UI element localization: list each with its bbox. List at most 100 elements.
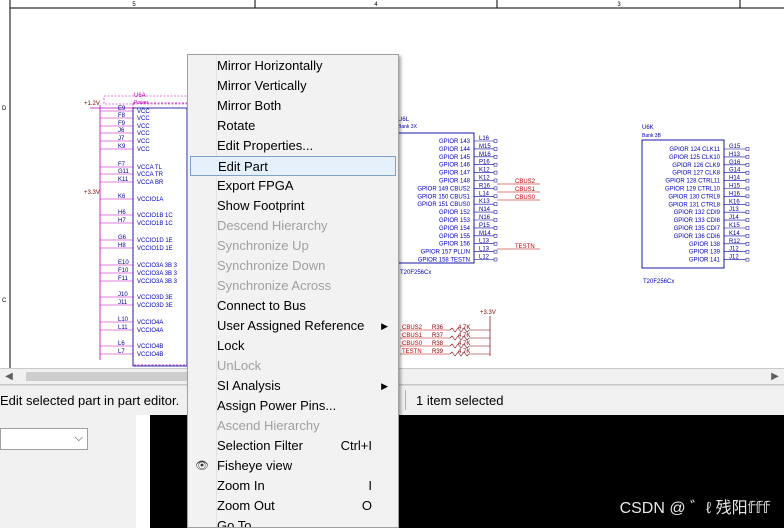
chevron-down-icon[interactable]: ⌵	[75, 432, 83, 445]
pin-number: K12	[479, 168, 490, 174]
menu-item-synchronize-across[interactable]: Synchronize Across	[190, 276, 396, 296]
pin-number: K6	[118, 194, 126, 200]
pin-name: VCCIO1B 1C	[137, 221, 173, 227]
menu-item-go-to[interactable]: Go To	[190, 516, 396, 528]
menu-item-mirror-horizontally[interactable]: Mirror Horizontally	[190, 56, 396, 76]
pin-endpoint	[493, 155, 498, 159]
pin-number: K11	[118, 177, 129, 183]
pin-name: GPIOR 155	[439, 234, 471, 240]
net-label: CBUS1	[515, 187, 536, 193]
pin-number: F7	[118, 162, 126, 168]
part-u6l-footer: T20F256Cx	[400, 270, 431, 276]
menu-item-edit-properties[interactable]: Edit Properties...	[190, 136, 396, 156]
pin-endpoint	[493, 162, 498, 167]
bottom-left-pane: ⌵	[0, 415, 150, 528]
pin-endpoint	[745, 257, 750, 262]
pin-name: VCC	[137, 139, 150, 145]
pin-endpoint	[745, 163, 750, 167]
pin-number: M15	[479, 144, 491, 150]
scroll-right-icon[interactable]: ▶	[768, 370, 782, 383]
menu-item-selection-filter[interactable]: Selection Filter Ctrl+I	[190, 436, 396, 456]
net-plus-1v2-label: +1.2V	[84, 101, 100, 107]
pin-number: L10	[118, 317, 129, 323]
pin-name: VCCIO3A 3B 3	[137, 263, 178, 269]
context-menu[interactable]: Mirror Horizontally Mirror Vertically Mirr…	[187, 54, 399, 528]
pin-number: H14	[729, 176, 741, 182]
pin-name: GPIOR 156	[439, 242, 471, 248]
menu-item-export-fpga[interactable]: Export FPGA	[190, 176, 396, 196]
menu-item-show-footprint[interactable]: Show Footprint	[190, 196, 396, 216]
pin-number: N14	[479, 207, 491, 213]
pin-name: VCCIO4A	[137, 320, 163, 326]
dropdown-combo[interactable]: ⌵	[0, 428, 88, 450]
pin-name: VCCIO4A	[137, 328, 163, 334]
scroll-left-icon[interactable]: ◀	[2, 370, 16, 383]
pin-endpoint	[745, 178, 750, 183]
menu-item-label: Go To	[217, 518, 252, 528]
pin-number: L14	[479, 191, 490, 197]
menu-item-label: Edit Part	[218, 159, 268, 174]
bottom-divider-pane	[136, 415, 150, 528]
zone-row-label: C	[2, 298, 7, 304]
pin-name: GPIOR 158 TESTN	[418, 258, 470, 264]
menu-item-zoom-in[interactable]: Zoom In I	[190, 476, 396, 496]
pin-name: VCC	[137, 116, 150, 122]
pin-endpoint	[745, 210, 750, 214]
pin-name: GPIOR 129 CTRL10	[665, 187, 721, 193]
menu-item-mirror-both[interactable]: Mirror Both	[190, 96, 396, 116]
resistor-ref: R38	[432, 341, 444, 347]
pin-number: G15	[729, 144, 741, 150]
pin-name: GPIOR 153	[439, 218, 471, 224]
pin-name: GPIOR 147	[439, 171, 471, 177]
pin-endpoint	[745, 242, 750, 246]
net-label: CBUS0	[515, 195, 536, 201]
menu-item-shortcut: I	[368, 478, 372, 493]
pin-name: GPIOR 144	[439, 147, 471, 153]
menu-item-descend-hierarchy[interactable]: Descend Hierarchy	[190, 216, 396, 236]
menu-item-synchronize-down[interactable]: Synchronize Down	[190, 256, 396, 276]
resistor-ref: R39	[432, 349, 444, 355]
pin-number: K15	[729, 223, 740, 229]
pin-endpoint	[745, 249, 750, 254]
pin-number: J12	[729, 255, 739, 261]
menu-item-rotate[interactable]: Rotate	[190, 116, 396, 136]
watermark-text: CSDN @ ゛ℓ 残阳𝕗𝕗𝕗	[619, 500, 770, 517]
menu-item-edit-part[interactable]: Edit Part	[190, 156, 396, 176]
menu-item-unlock[interactable]: UnLock	[190, 356, 396, 376]
pin-name: VCCIO3D 3E	[137, 295, 173, 301]
pin-endpoint	[493, 226, 498, 230]
net-plus-3v3-label: +3.3V	[84, 190, 100, 196]
pin-name: GPIOR 127 CLK8	[672, 171, 720, 177]
pin-endpoint	[493, 241, 498, 246]
pin-name: GPIOR 130 CTRL9	[668, 194, 720, 200]
pin-name: GPIOR 149 CBUS2	[417, 186, 470, 192]
menu-item-label: Show Footprint	[217, 198, 305, 213]
pin-name: VCC	[137, 147, 150, 153]
part-u6a-ref: U6A	[134, 93, 146, 99]
pin-name: VCC	[137, 109, 150, 115]
pin-name: GPIOR 154	[439, 226, 471, 232]
menu-item-synchronize-up[interactable]: Synchronize Up	[190, 236, 396, 256]
part-u6k-footer: T20F256Cx	[643, 279, 674, 285]
menu-item-assign-power-pins[interactable]: Assign Power Pins...	[190, 396, 396, 416]
pin-number: J10	[118, 292, 128, 298]
menu-item-user-assigned-reference[interactable]: User Assigned Reference ▶	[190, 316, 396, 336]
menu-item-ascend-hierarchy[interactable]: Ascend Hierarchy	[190, 416, 396, 436]
pin-endpoint	[493, 194, 498, 199]
menu-item-lock[interactable]: Lock	[190, 336, 396, 356]
resistor-value: 4.7K	[458, 341, 470, 347]
menu-item-label: Rotate	[217, 118, 256, 133]
pin-name: GPIOR 152	[439, 210, 471, 216]
pin-endpoint	[493, 186, 498, 191]
pin-name: GPIOR 131 CTRL8	[668, 202, 720, 208]
menu-item-si-analysis[interactable]: SI Analysis ▶	[190, 376, 396, 396]
zone-row-label: D	[2, 106, 7, 112]
pin-name: GPIOR 132 CDI9	[674, 210, 721, 216]
pin-number: J14	[729, 215, 739, 221]
menu-item-zoom-out[interactable]: Zoom Out O	[190, 496, 396, 516]
menu-item-connect-to-bus[interactable]: Connect to Bus	[190, 296, 396, 316]
menu-item-label: Zoom Out	[217, 498, 275, 513]
menu-item-mirror-vertically[interactable]: Mirror Vertically	[190, 76, 396, 96]
menu-item-fisheye-view[interactable]: 👁 Fisheye view	[190, 456, 396, 476]
pin-number: R16	[479, 183, 491, 189]
